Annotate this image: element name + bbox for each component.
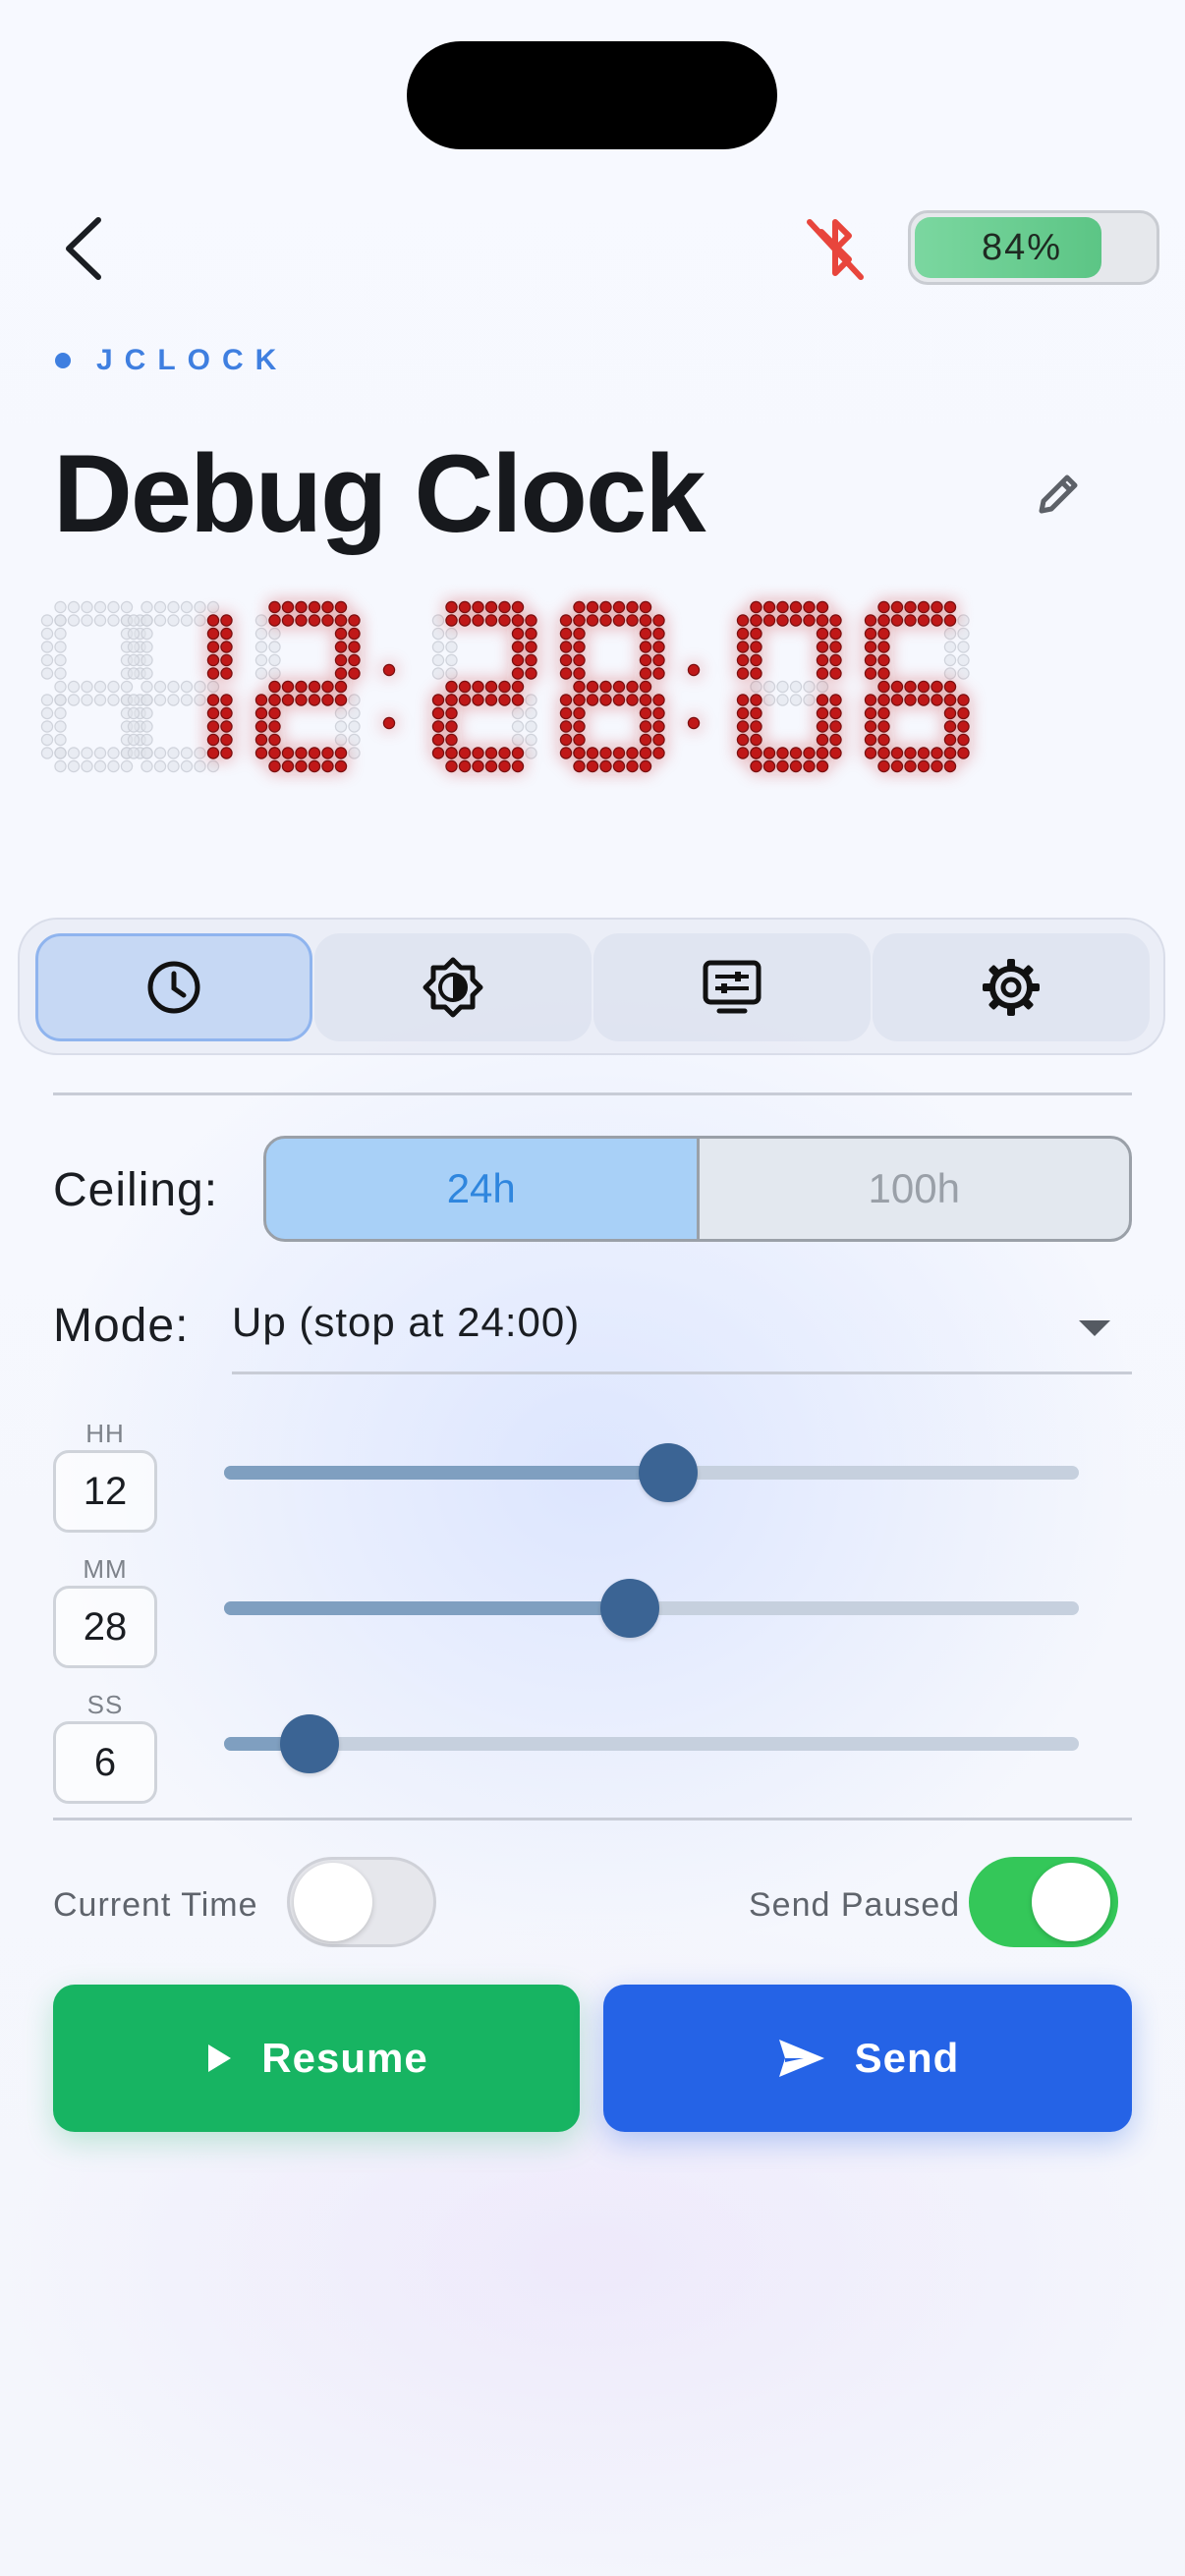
toggle-knob (294, 1863, 372, 1941)
divider (53, 1092, 1132, 1095)
tab-settings[interactable] (873, 933, 1150, 1041)
hours-slider[interactable] (224, 1443, 1079, 1502)
current-time-toggle[interactable] (287, 1857, 436, 1947)
minutes-slider-thumb[interactable] (600, 1579, 660, 1638)
hours-label: HH (85, 1419, 125, 1448)
divider (53, 1818, 1132, 1820)
hours-slider-fill (224, 1466, 669, 1480)
tab-clock[interactable] (35, 933, 312, 1041)
battery-indicator: 84% (908, 210, 1159, 285)
seconds-slider[interactable] (224, 1714, 1079, 1773)
send-paused-label: Send Paused (749, 1886, 961, 1924)
minutes-label: MM (83, 1554, 128, 1584)
brand-text: JCLOCK (96, 344, 289, 376)
ceiling-option-24h[interactable]: 24h (266, 1139, 700, 1239)
brightness-icon (423, 957, 483, 1018)
hours-input[interactable]: 12 (53, 1450, 157, 1533)
resume-button[interactable]: Resume (53, 1985, 580, 2132)
back-chevron-icon[interactable] (59, 214, 108, 283)
brand-dot (55, 353, 71, 368)
mode-label: Mode: (53, 1300, 190, 1352)
mode-dropdown[interactable]: Up (stop at 24:00) (232, 1299, 580, 1346)
send-paused-toggle[interactable] (969, 1857, 1118, 1947)
bluetooth-disabled-icon[interactable] (804, 212, 869, 283)
resume-label: Resume (261, 2035, 428, 2081)
send-label: Send (854, 2035, 960, 2081)
tab-display[interactable] (593, 933, 871, 1041)
brand-label: JCLOCK (55, 344, 288, 377)
toggle-knob (1032, 1863, 1110, 1941)
led-clock-display (40, 600, 970, 773)
seconds-label: SS (86, 1690, 124, 1719)
ceiling-option-100h[interactable]: 100h (696, 1139, 1130, 1239)
seconds-input[interactable]: 6 (53, 1721, 157, 1804)
seconds-slider-thumb[interactable] (280, 1714, 339, 1773)
ceiling-segmented-control: 24h 100h (263, 1136, 1132, 1242)
gear-icon (983, 959, 1040, 1016)
mode-underline (232, 1372, 1132, 1374)
minutes-slider[interactable] (224, 1579, 1079, 1638)
send-button[interactable]: Send (603, 1985, 1132, 2132)
dropdown-caret-icon[interactable] (1079, 1320, 1110, 1336)
play-icon (208, 2044, 232, 2072)
hours-slider-thumb[interactable] (639, 1443, 699, 1502)
ceiling-label: Ceiling: (53, 1164, 219, 1216)
tab-brightness[interactable] (314, 933, 592, 1041)
minutes-slider-fill (224, 1601, 631, 1615)
clock-icon (147, 961, 200, 1014)
tab-bar (18, 918, 1165, 1055)
minutes-input[interactable]: 28 (53, 1586, 157, 1668)
current-time-label: Current Time (53, 1886, 258, 1924)
send-icon (778, 2040, 824, 2077)
dynamic-island (407, 41, 777, 149)
page-title: Debug Clock (53, 432, 706, 555)
display-settings-icon (703, 960, 762, 1014)
edit-pencil-icon[interactable] (1034, 468, 1085, 519)
battery-percent: 84% (981, 226, 1063, 268)
